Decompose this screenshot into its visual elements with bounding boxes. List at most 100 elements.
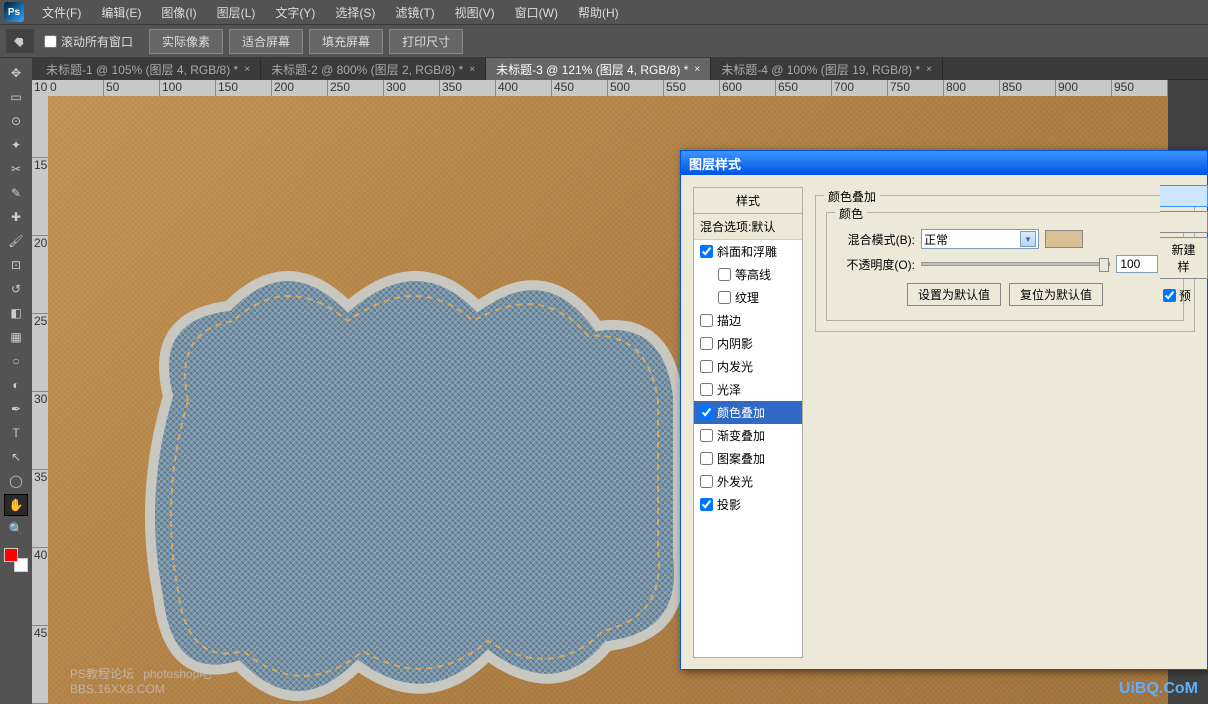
marquee-tool[interactable]: ▭ xyxy=(4,86,28,108)
blend-mode-select[interactable]: 正常 ▼ xyxy=(921,229,1039,249)
document-tab[interactable]: 未标题-4 @ 100% (图层 19, RGB/8) * × xyxy=(711,58,943,80)
styles-header[interactable]: 样式 xyxy=(693,187,803,214)
panel-tab[interactable] xyxy=(1168,58,1208,80)
menu-window[interactable]: 窗口(W) xyxy=(505,0,568,25)
brush-tool[interactable]: 🖌 xyxy=(4,230,28,252)
tab-label: 未标题-3 @ 121% (图层 4, RGB/8) * xyxy=(496,61,688,78)
tool-preview[interactable] xyxy=(6,29,34,53)
blur-tool[interactable]: ○ xyxy=(4,350,28,372)
menu-image[interactable]: 图像(I) xyxy=(151,0,206,25)
new-style-button[interactable]: 新建样 xyxy=(1160,237,1208,279)
path-tool[interactable]: ↖ xyxy=(4,446,28,468)
close-icon[interactable]: × xyxy=(694,64,700,75)
close-icon[interactable]: × xyxy=(926,64,932,75)
effect-checkbox[interactable] xyxy=(700,406,713,419)
crop-tool[interactable]: ✂ xyxy=(4,158,28,180)
reset-default-button[interactable]: 复位为默认值 xyxy=(1009,283,1103,306)
effect-row-描边[interactable]: 描边 xyxy=(694,309,802,332)
effect-row-图案叠加[interactable]: 图案叠加 xyxy=(694,447,802,470)
effect-checkbox[interactable] xyxy=(700,429,713,442)
close-icon[interactable]: × xyxy=(469,64,475,75)
effect-row-光泽[interactable]: 光泽 xyxy=(694,378,802,401)
ok-button[interactable] xyxy=(1160,185,1208,207)
close-icon[interactable]: × xyxy=(244,64,250,75)
menu-filter[interactable]: 滤镜(T) xyxy=(385,0,444,25)
print-size-button[interactable]: 打印尺寸 xyxy=(389,29,463,54)
effect-row-外发光[interactable]: 外发光 xyxy=(694,470,802,493)
scroll-all-label: 滚动所有窗口 xyxy=(61,33,133,50)
menu-type[interactable]: 文字(Y) xyxy=(265,0,325,25)
document-tab[interactable]: 未标题-3 @ 121% (图层 4, RGB/8) * × xyxy=(486,58,711,80)
heal-tool[interactable]: ✚ xyxy=(4,206,28,228)
document-tab[interactable]: 未标题-1 @ 105% (图层 4, RGB/8) *× xyxy=(36,58,261,80)
effect-row-内发光[interactable]: 内发光 xyxy=(694,355,802,378)
overlay-color-swatch[interactable] xyxy=(1045,230,1083,248)
actual-pixels-button[interactable]: 实际像素 xyxy=(149,29,223,54)
slider-thumb[interactable] xyxy=(1099,258,1109,272)
color-overlay-panel: 颜色叠加 颜色 混合模式(B): 正常 ▼ 不透明度(O): xyxy=(815,195,1195,332)
set-default-button[interactable]: 设置为默认值 xyxy=(907,283,1001,306)
blend-options-row[interactable]: 混合选项:默认 xyxy=(694,214,802,240)
effect-checkbox[interactable] xyxy=(700,360,713,373)
effect-checkbox[interactable] xyxy=(718,291,731,304)
effect-row-内阴影[interactable]: 内阴影 xyxy=(694,332,802,355)
menu-file[interactable]: 文件(F) xyxy=(32,0,91,25)
ruler-vertical: 1015202530354045 xyxy=(32,80,48,704)
opacity-input[interactable] xyxy=(1116,255,1158,273)
document-tabs: 未标题-1 @ 105% (图层 4, RGB/8) *×未标题-2 @ 800… xyxy=(32,58,1168,80)
effect-row-渐变叠加[interactable]: 渐变叠加 xyxy=(694,424,802,447)
tab-label: 未标题-4 @ 100% (图层 19, RGB/8) * xyxy=(721,61,920,78)
chevron-down-icon: ▼ xyxy=(1020,231,1036,247)
type-tool[interactable]: T xyxy=(4,422,28,444)
wand-tool[interactable]: ✦ xyxy=(4,134,28,156)
eyedropper-tool[interactable]: ✎ xyxy=(4,182,28,204)
fill-screen-button[interactable]: 填充屏幕 xyxy=(309,29,383,54)
opacity-slider[interactable] xyxy=(921,262,1110,266)
tab-label: 未标题-2 @ 800% (图层 2, RGB/8) * xyxy=(271,61,463,78)
dialog-titlebar[interactable]: 图层样式 xyxy=(681,151,1207,175)
preview-checkbox[interactable]: 预 xyxy=(1160,287,1208,304)
menubar: Ps 文件(F) 编辑(E) 图像(I) 图层(L) 文字(Y) 选择(S) 滤… xyxy=(0,0,1208,24)
menu-select[interactable]: 选择(S) xyxy=(325,0,385,25)
move-tool[interactable]: ✥ xyxy=(4,62,28,84)
menu-help[interactable]: 帮助(H) xyxy=(568,0,629,25)
effect-checkbox[interactable] xyxy=(700,498,713,511)
menu-layer[interactable]: 图层(L) xyxy=(207,0,266,25)
effect-row-颜色叠加[interactable]: 颜色叠加 xyxy=(694,401,802,424)
preview-label: 预 xyxy=(1179,287,1191,304)
watermark-forum: PS教程论坛 photoshop吧 BBS.16XX8.COM xyxy=(70,665,211,696)
dialog-side-buttons: 新建样 预 xyxy=(1160,185,1208,304)
gradient-tool[interactable]: ▦ xyxy=(4,326,28,348)
effect-checkbox[interactable] xyxy=(700,314,713,327)
effect-checkbox[interactable] xyxy=(700,475,713,488)
lasso-tool[interactable]: ⊙ xyxy=(4,110,28,132)
menu-edit[interactable]: 编辑(E) xyxy=(91,0,151,25)
shape-tool[interactable]: ◯ xyxy=(4,470,28,492)
effect-row-斜面和浮雕[interactable]: 斜面和浮雕 xyxy=(694,240,802,263)
zoom-tool[interactable]: 🔍 xyxy=(4,518,28,540)
document-tab[interactable]: 未标题-2 @ 800% (图层 2, RGB/8) * × xyxy=(261,58,486,80)
effect-row-等高线[interactable]: 等高线 xyxy=(694,263,802,286)
scroll-all-windows[interactable]: 滚动所有窗口 xyxy=(44,33,133,50)
fg-swatch[interactable] xyxy=(4,548,18,562)
history-brush-tool[interactable]: ↺ xyxy=(4,278,28,300)
hand-tool[interactable]: ✋ xyxy=(4,494,28,516)
color-swatches[interactable] xyxy=(4,548,28,572)
stamp-tool[interactable]: ⊡ xyxy=(4,254,28,276)
effect-checkbox[interactable] xyxy=(718,268,731,281)
dodge-tool[interactable]: ◐ xyxy=(4,374,28,396)
effect-checkbox[interactable] xyxy=(700,383,713,396)
pen-tool[interactable]: ✒ xyxy=(4,398,28,420)
blend-mode-label: 混合模式(B): xyxy=(835,231,915,248)
effect-checkbox[interactable] xyxy=(700,245,713,258)
effect-checkbox[interactable] xyxy=(700,452,713,465)
eraser-tool[interactable]: ◧ xyxy=(4,302,28,324)
effect-label: 渐变叠加 xyxy=(717,427,765,444)
ruler-horizontal: 0501001502002503003504004505005506006507… xyxy=(48,80,1168,96)
effect-row-投影[interactable]: 投影 xyxy=(694,493,802,516)
effect-row-纹理[interactable]: 纹理 xyxy=(694,286,802,309)
fit-screen-button[interactable]: 适合屏幕 xyxy=(229,29,303,54)
effect-checkbox[interactable] xyxy=(700,337,713,350)
menu-view[interactable]: 视图(V) xyxy=(445,0,505,25)
cancel-button[interactable] xyxy=(1160,211,1208,233)
